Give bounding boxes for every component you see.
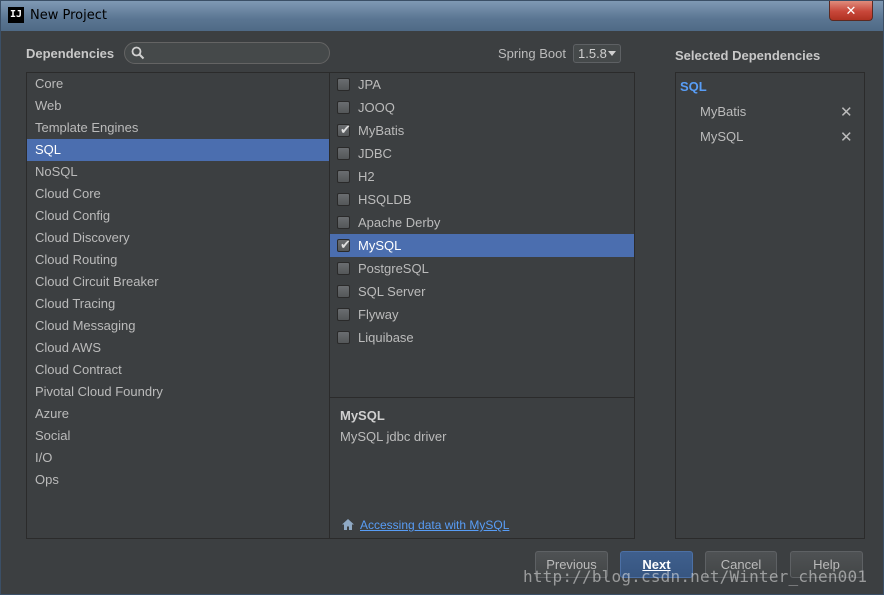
detail-description: MySQL jdbc driver <box>340 429 447 444</box>
category-item[interactable]: Pivotal Cloud Foundry <box>27 381 330 403</box>
dependency-item[interactable]: ✔ Flyway <box>330 303 634 326</box>
detail-title: MySQL <box>340 408 385 423</box>
category-item[interactable]: Cloud Messaging <box>27 315 330 337</box>
category-item[interactable]: Azure <box>27 403 330 425</box>
category-item[interactable]: Cloud Config <box>27 205 330 227</box>
dependency-label: HSQLDB <box>358 192 412 207</box>
dependency-checkbox[interactable]: ✔ <box>337 78 350 91</box>
title-bar: IJ New Project ✕ <box>1 1 883 31</box>
dependency-item[interactable]: ✔ MyBatis <box>330 119 634 142</box>
category-item[interactable]: Cloud Core <box>27 183 330 205</box>
dependency-item[interactable]: ✔ MySQL <box>330 234 634 257</box>
category-item[interactable]: SQL <box>27 139 330 161</box>
category-item[interactable]: Cloud Routing <box>27 249 330 271</box>
category-item[interactable]: I/O <box>27 447 330 469</box>
dependency-item[interactable]: ✔ HSQLDB <box>330 188 634 211</box>
dependency-item[interactable]: ✔ JOOQ <box>330 96 634 119</box>
dependency-checkbox[interactable]: ✔ <box>337 170 350 183</box>
category-list: Core Web Template Engines SQL NoSQL Cloud Cor… <box>26 72 330 539</box>
dependency-checkbox[interactable]: ✔ <box>337 216 350 229</box>
selected-dependency-item: MySQL <box>700 129 744 144</box>
category-item[interactable]: Cloud AWS <box>27 337 330 359</box>
dependency-checkbox[interactable]: ✔ <box>337 193 350 206</box>
selected-dependency-item: MyBatis <box>700 104 747 119</box>
category-item[interactable]: Core <box>27 73 330 95</box>
new-project-dialog: IJ New Project ✕ Dependencies Spring Boo… <box>0 0 884 595</box>
dependency-label: SQL Server <box>358 284 426 299</box>
dependency-checkbox[interactable]: ✔ <box>337 147 350 160</box>
dependency-item[interactable]: ✔ PostgreSQL <box>330 257 634 280</box>
chevron-down-icon <box>608 51 616 56</box>
dependency-list: ✔ JPA ✔ JOOQ ✔ MyBatis ✔ JDBC ✔ H2 ✔ HSQLDB ✔ Apache … <box>329 72 635 398</box>
dependency-checkbox[interactable]: ✔ <box>337 331 350 344</box>
close-window-button[interactable]: ✕ <box>829 1 873 21</box>
dependency-checkbox[interactable]: ✔ <box>337 262 350 275</box>
dependency-item[interactable]: ✔ Apache Derby <box>330 211 634 234</box>
check-icon: ✔ <box>340 122 351 137</box>
category-item[interactable]: Cloud Circuit Breaker <box>27 271 330 293</box>
dependency-item[interactable]: ✔ SQL Server <box>330 280 634 303</box>
category-item[interactable]: Web <box>27 95 330 117</box>
dependency-checkbox[interactable]: ✔ <box>337 101 350 114</box>
dependency-label: Liquibase <box>358 330 414 345</box>
dependency-label: JOOQ <box>358 100 395 115</box>
dependency-label: Apache Derby <box>358 215 441 230</box>
dependency-detail: MySQL MySQL jdbc driver Accessing data w… <box>329 397 635 539</box>
search-field[interactable] <box>124 42 330 64</box>
category-item[interactable]: Ops <box>27 469 330 491</box>
category-item[interactable]: Cloud Contract <box>27 359 330 381</box>
dependency-label: H2 <box>358 169 375 184</box>
spring-boot-version-value: 1.5.8 <box>578 46 607 61</box>
dependency-label: JPA <box>358 77 381 92</box>
category-item[interactable]: NoSQL <box>27 161 330 183</box>
dependency-item[interactable]: ✔ JPA <box>330 73 634 96</box>
home-icon <box>342 519 354 530</box>
watermark-text: http://blog.csdn.net/Winter_chen001 <box>523 567 868 586</box>
dependency-item[interactable]: ✔ JDBC <box>330 142 634 165</box>
remove-icon[interactable]: ✕ <box>840 103 853 121</box>
dependencies-label: Dependencies <box>26 46 115 61</box>
dependency-label: MySQL <box>358 238 402 253</box>
dependency-checkbox[interactable]: ✔ <box>337 237 351 252</box>
category-item[interactable]: Cloud Tracing <box>27 293 330 315</box>
intellij-app-icon: IJ <box>8 7 24 23</box>
dependency-label: Flyway <box>358 307 399 322</box>
category-item[interactable]: Cloud Discovery <box>27 227 330 249</box>
check-icon: ✔ <box>340 237 351 252</box>
spring-boot-version-select[interactable]: 1.5.8 <box>573 44 621 63</box>
dependency-item[interactable]: ✔ Liquibase <box>330 326 634 349</box>
dependency-item[interactable]: ✔ H2 <box>330 165 634 188</box>
selected-dependencies-panel: SQL MyBatis ✕ MySQL ✕ <box>675 72 865 539</box>
dependency-label: PostgreSQL <box>358 261 429 276</box>
window-title: New Project <box>30 8 107 23</box>
dependency-label: JDBC <box>358 146 392 161</box>
dependency-label: MyBatis <box>358 123 405 138</box>
guide-link[interactable]: Accessing data with MySQL <box>360 518 509 532</box>
dependency-checkbox[interactable]: ✔ <box>337 308 350 321</box>
dependency-checkbox[interactable]: ✔ <box>337 122 351 137</box>
selected-dependencies-title: Selected Dependencies <box>675 48 821 63</box>
spring-boot-label: Spring Boot <box>498 46 566 61</box>
remove-icon[interactable]: ✕ <box>840 128 853 146</box>
selected-group-sql: SQL <box>680 79 707 94</box>
category-item[interactable]: Template Engines <box>27 117 330 139</box>
search-icon <box>131 46 145 60</box>
dependency-checkbox[interactable]: ✔ <box>337 285 350 298</box>
category-item[interactable]: Social <box>27 425 330 447</box>
